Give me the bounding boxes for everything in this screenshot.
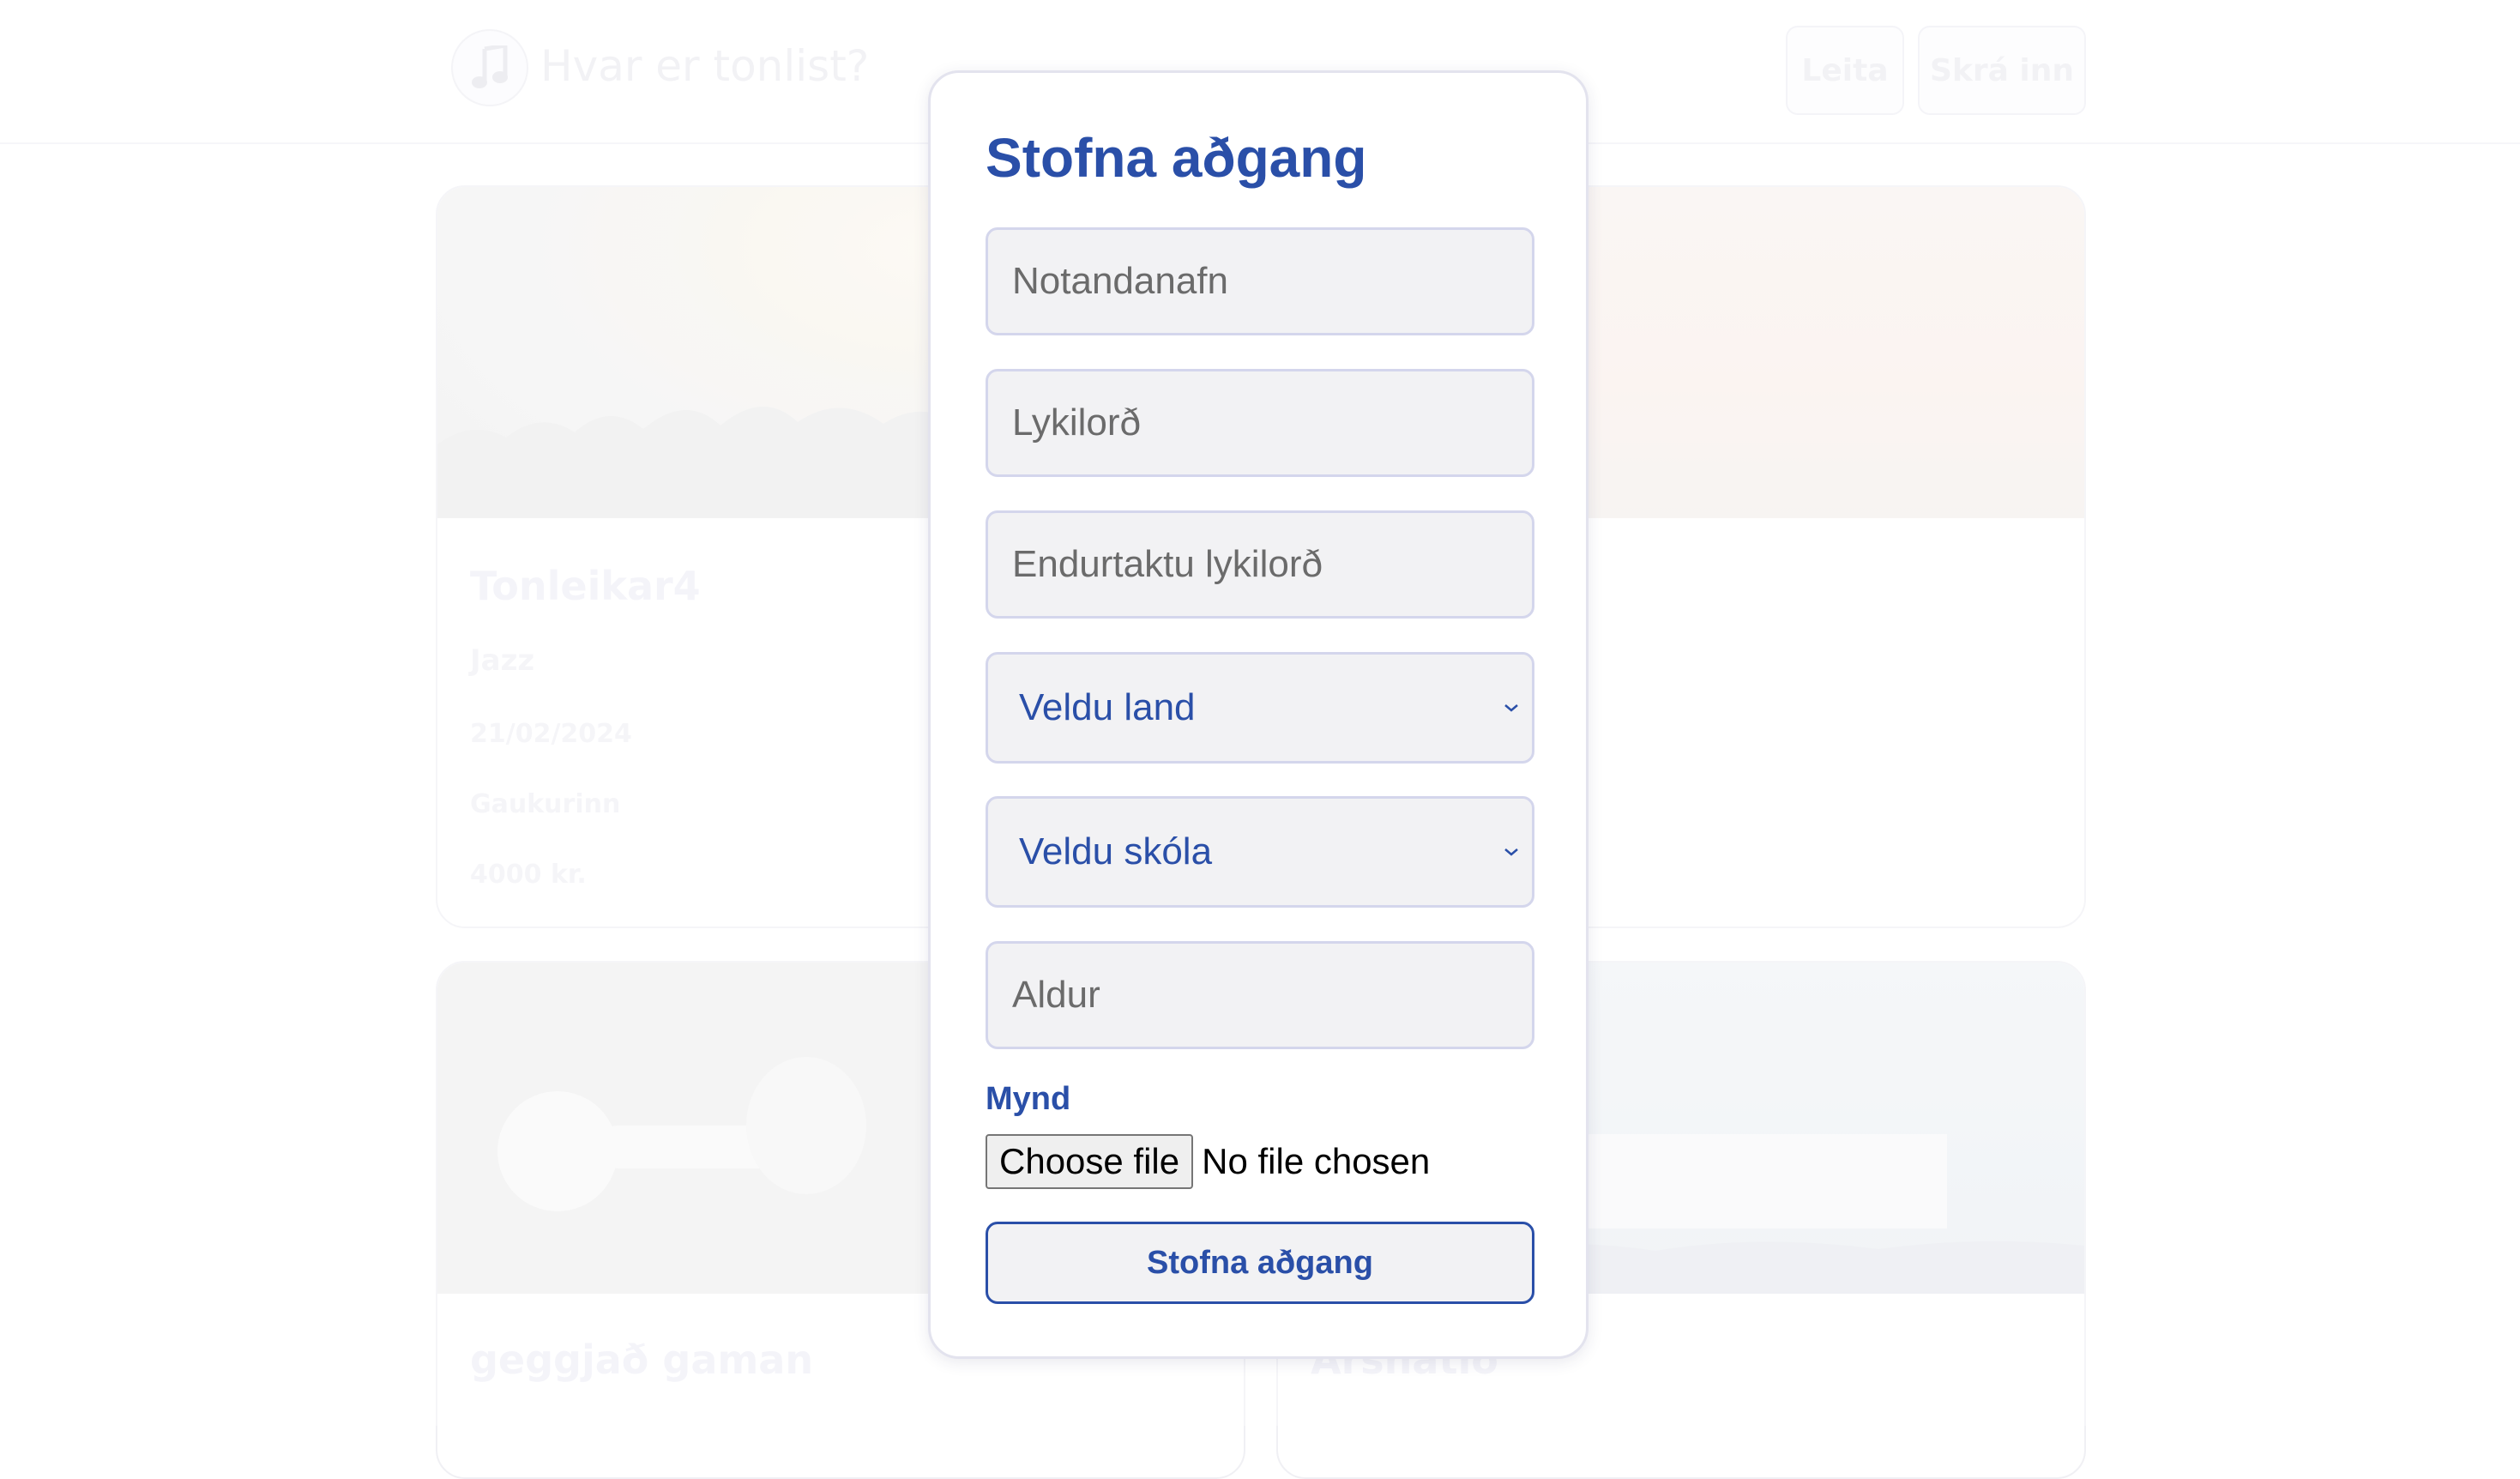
username-input[interactable] [986, 227, 1534, 335]
school-select-value: Veldu skóla [1019, 830, 1213, 872]
choose-file-button[interactable]: Choose file [986, 1134, 1194, 1189]
create-account-button[interactable]: Stofna aðgang [986, 1222, 1534, 1304]
repeat-password-input[interactable] [986, 510, 1534, 619]
password-input[interactable] [986, 369, 1534, 477]
image-label: Mynd [986, 1081, 1071, 1117]
signup-modal: Stofna aðgang Veldu land Veldu skóla Myn… [928, 70, 1589, 1359]
school-select[interactable]: Veldu skóla [986, 796, 1534, 908]
file-status-text: No file chosen [1202, 1141, 1431, 1181]
chevron-down-icon [1503, 699, 1528, 716]
modal-title: Stofna aðgang [986, 127, 1367, 189]
country-select[interactable]: Veldu land [986, 652, 1534, 764]
age-input[interactable] [986, 941, 1534, 1049]
image-file-input[interactable]: Choose file No file chosen [986, 1134, 1430, 1189]
country-select-value: Veldu land [1019, 686, 1196, 728]
chevron-down-icon [1503, 843, 1528, 860]
